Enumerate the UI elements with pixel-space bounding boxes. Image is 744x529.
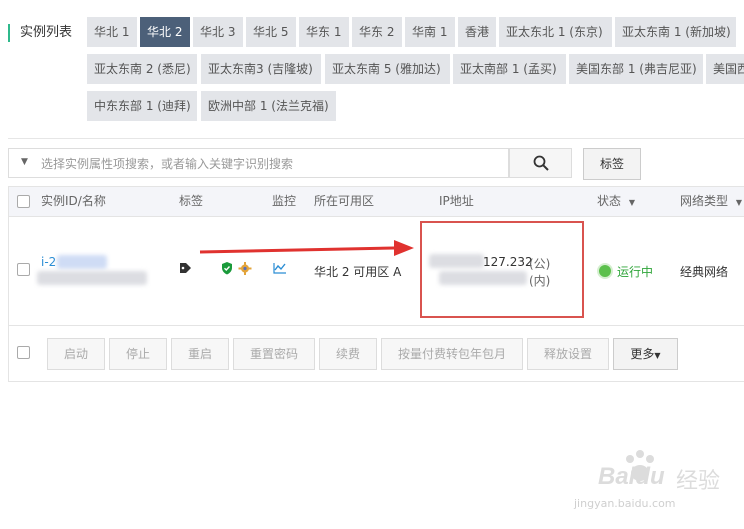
- redacted-name: [37, 271, 147, 285]
- footer-checkbox[interactable]: [17, 346, 30, 359]
- watermark: Baidu 经验 jingyan.baidu.com: [568, 447, 738, 517]
- status-value: 运行中: [617, 265, 654, 279]
- renew-button[interactable]: 续费: [319, 338, 377, 370]
- region-tab[interactable]: 亚太东南 5 (雅加达): [325, 54, 450, 84]
- table-row: i-2 华北 2 可用区 A 127.232 (公) (内) 运行中 经典网络: [9, 217, 744, 326]
- col-tags: 标签: [179, 194, 204, 208]
- region-tab[interactable]: 华东 1: [299, 17, 349, 47]
- col-status[interactable]: 状态 ▼: [597, 187, 635, 216]
- col-zone: 所在可用区: [314, 194, 375, 208]
- page-title: 实例列表: [8, 24, 72, 42]
- instance-id-link[interactable]: i-2: [41, 255, 56, 269]
- region-tab[interactable]: 亚太南部 1 (孟买): [453, 54, 566, 84]
- region-tab[interactable]: 华北 3: [193, 17, 243, 47]
- caret-down-icon: ▼: [628, 198, 635, 207]
- region-tab[interactable]: 美国西: [706, 54, 744, 84]
- divider: [8, 138, 744, 139]
- more-label: 更多: [630, 347, 655, 361]
- stop-button[interactable]: 停止: [109, 338, 167, 370]
- search-icon: [533, 155, 549, 171]
- release-settings-button[interactable]: 释放设置: [527, 338, 609, 370]
- annotation-arrow: [199, 240, 414, 256]
- region-tab[interactable]: 华南 1: [405, 17, 455, 47]
- region-tab[interactable]: 华东 2: [352, 17, 402, 47]
- region-tab-active[interactable]: 华北 2: [140, 17, 190, 47]
- reset-password-button[interactable]: 重置密码: [233, 338, 315, 370]
- region-tab[interactable]: 亚太东南 1 (新加坡): [615, 17, 736, 47]
- col-monitor: 监控: [272, 194, 297, 208]
- caret-down-icon: ▼: [735, 198, 742, 207]
- region-tab[interactable]: 欧洲中部 1 (法兰克福): [201, 91, 336, 121]
- region-tab[interactable]: 亚太东南3 (吉隆坡): [201, 54, 321, 84]
- tag-filter-button[interactable]: 标签: [583, 148, 641, 180]
- tag-icon[interactable]: [179, 262, 193, 277]
- convert-billing-button[interactable]: 按量付费转包年包月: [381, 338, 523, 370]
- network-value: 经典网络: [680, 265, 729, 279]
- search-bar: ▼: [8, 148, 509, 178]
- more-button[interactable]: 更多▼: [613, 338, 678, 370]
- region-tab[interactable]: 中东东部 1 (迪拜): [87, 91, 197, 121]
- region-tab[interactable]: 华北 5: [246, 17, 296, 47]
- ip-highlight-box: [420, 221, 584, 318]
- table-header: 实例ID/名称 标签 监控 所在可用区 IP地址 状态 ▼ 网络类型 ▼: [9, 187, 744, 217]
- search-button[interactable]: [509, 148, 572, 178]
- watermark-suffix: 经验: [676, 469, 721, 494]
- region-tab[interactable]: 华北 1: [87, 17, 137, 47]
- region-tab[interactable]: 亚太东北 1 (东京): [499, 17, 612, 47]
- row-checkbox[interactable]: [17, 263, 30, 276]
- watermark-brand: Baidu: [598, 463, 665, 490]
- col-network-label: 网络类型: [680, 194, 729, 208]
- search-input[interactable]: [39, 154, 503, 174]
- col-ip: IP地址: [439, 194, 474, 208]
- restart-button[interactable]: 重启: [171, 338, 229, 370]
- col-network[interactable]: 网络类型 ▼: [680, 187, 742, 216]
- region-tab[interactable]: 亚太东南 2 (悉尼): [87, 54, 197, 84]
- col-instance: 实例ID/名称: [41, 194, 106, 208]
- start-button[interactable]: 启动: [47, 338, 105, 370]
- status-running-icon: [599, 265, 611, 277]
- caret-down-icon: ▼: [654, 351, 661, 360]
- col-status-label: 状态: [597, 194, 622, 208]
- region-tab[interactable]: 香港: [458, 17, 496, 47]
- region-tab[interactable]: 美国东部 1 (弗吉尼亚): [569, 54, 703, 84]
- redacted-id: [57, 255, 107, 269]
- watermark-url: jingyan.baidu.com: [574, 497, 676, 510]
- filter-dropdown-icon[interactable]: ▼: [21, 157, 28, 167]
- select-all-checkbox[interactable]: [17, 195, 30, 208]
